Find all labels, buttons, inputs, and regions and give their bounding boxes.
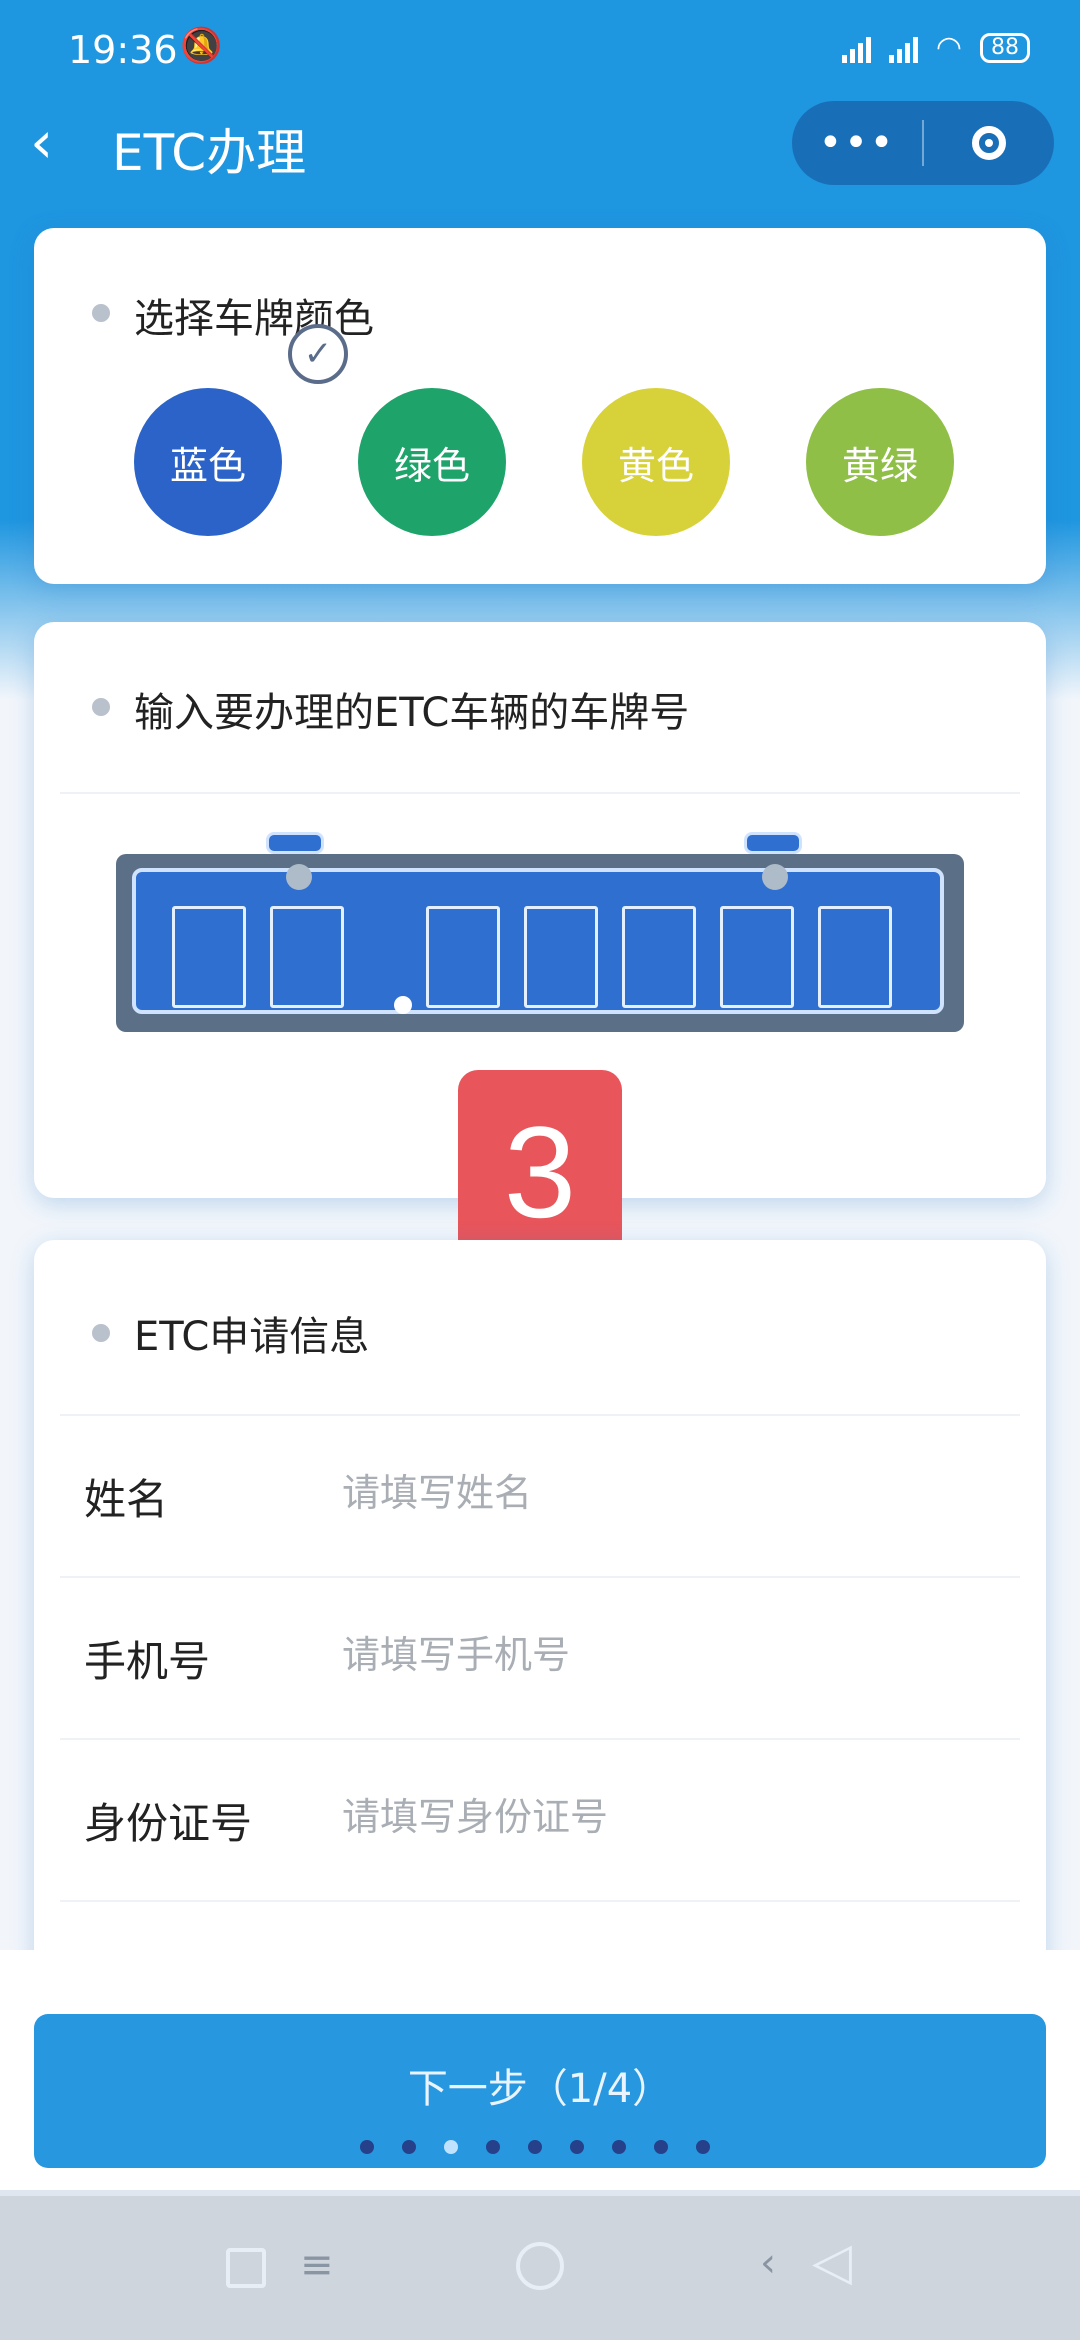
color-option-yellow[interactable]: 黄色: [582, 388, 730, 536]
plate-number-title: 输入要办理的ETC车辆的车牌号: [134, 690, 690, 736]
phone-label: 手机号: [84, 1637, 211, 1686]
carousel-dot: [612, 2140, 626, 2154]
plate-rivet: [286, 864, 312, 890]
target-circle-icon: [972, 126, 1006, 160]
divider: [60, 1576, 1020, 1578]
close-miniprogram-button[interactable]: [924, 126, 1054, 160]
bullet-dot: [92, 698, 110, 716]
plate-screw-slot: [266, 832, 324, 854]
id-number-label: 身份证号: [84, 1799, 253, 1848]
back-triangle-icon[interactable]: ◁: [812, 2232, 852, 2292]
color-option-blue[interactable]: 蓝色: [134, 388, 282, 536]
check-icon: ✓: [288, 324, 348, 384]
color-option-label: 蓝色: [169, 443, 246, 488]
divider: [60, 1900, 1020, 1902]
color-option-label: 黄色: [617, 443, 694, 488]
divider: [60, 792, 1020, 794]
signal-icon: [841, 33, 871, 63]
name-label: 姓名: [84, 1475, 169, 1524]
color-option-green[interactable]: 绿色: [358, 388, 506, 536]
menu-icon[interactable]: ≡: [300, 2242, 334, 2288]
color-option-label: 黄绿: [841, 443, 918, 488]
nav-bar: ‹ ETC办理 •••: [0, 95, 1080, 195]
home-icon[interactable]: [516, 2242, 564, 2290]
plate-char-input[interactable]: [426, 906, 500, 1008]
plate-char-input-province[interactable]: [172, 906, 246, 1008]
apply-info-card: ETC申请信息 姓名 手机号 身份证号: [34, 1240, 1046, 2000]
signal-icon-2: [888, 33, 918, 63]
status-bar: 19:36 🔕 ◠ 88: [0, 0, 1080, 100]
divider: [60, 1738, 1020, 1740]
carousel-dot: [360, 2140, 374, 2154]
carousel-dot: [654, 2140, 668, 2154]
license-plate: [116, 854, 964, 1032]
plate-color-card: 选择车牌颜色 蓝色 ✓ 绿色 黄色 黄绿: [34, 228, 1046, 584]
plate-char-input[interactable]: [818, 906, 892, 1008]
system-nav-bar: ≡ ‹ ◁: [0, 2196, 1080, 2340]
id-number-input[interactable]: [340, 1786, 984, 1848]
color-option-label: 绿色: [393, 443, 470, 488]
status-indicators: ◠ 88: [841, 30, 1030, 65]
back-arrow-icon[interactable]: ‹: [760, 2240, 776, 2286]
carousel-dots: [360, 2140, 710, 2154]
plate-screw-slot: [744, 832, 802, 854]
plate-char-input[interactable]: [720, 906, 794, 1008]
carousel-dot: [402, 2140, 416, 2154]
carousel-dot: [696, 2140, 710, 2154]
back-button[interactable]: ‹: [30, 107, 90, 177]
plate-char-input-city[interactable]: [270, 906, 344, 1008]
color-option-yellow-green[interactable]: 黄绿: [806, 388, 954, 536]
bell-muted-icon: 🔕: [180, 26, 223, 66]
carousel-dot: [570, 2140, 584, 2154]
phone-input[interactable]: [340, 1624, 984, 1686]
chevron-left-icon: ‹: [30, 108, 54, 176]
carousel-dot: [528, 2140, 542, 2154]
page-title: ETC办理: [112, 124, 307, 182]
status-time: 19:36: [68, 28, 178, 72]
miniprogram-capsule: •••: [792, 101, 1054, 185]
more-dots-icon: •••: [818, 120, 896, 166]
plate-rivet: [762, 864, 788, 890]
recent-apps-icon[interactable]: [226, 2248, 266, 2288]
more-button[interactable]: •••: [792, 120, 922, 166]
divider: [60, 1414, 1020, 1416]
apply-info-title: ETC申请信息: [134, 1314, 370, 1360]
bullet-dot: [92, 304, 110, 322]
battery-icon: 88: [980, 32, 1030, 63]
carousel-dot-active: [444, 2140, 458, 2154]
plate-separator-dot: [394, 996, 412, 1014]
plate-char-input[interactable]: [524, 906, 598, 1008]
license-plate-face: [132, 864, 944, 1014]
check-glyph: ✓: [303, 334, 333, 374]
next-step-label: 下一步（1/4）: [407, 2066, 673, 2112]
plate-char-input[interactable]: [622, 906, 696, 1008]
bullet-dot: [92, 1324, 110, 1342]
wifi-icon: ◠: [935, 30, 962, 65]
name-input[interactable]: [340, 1462, 984, 1524]
carousel-dot: [486, 2140, 500, 2154]
